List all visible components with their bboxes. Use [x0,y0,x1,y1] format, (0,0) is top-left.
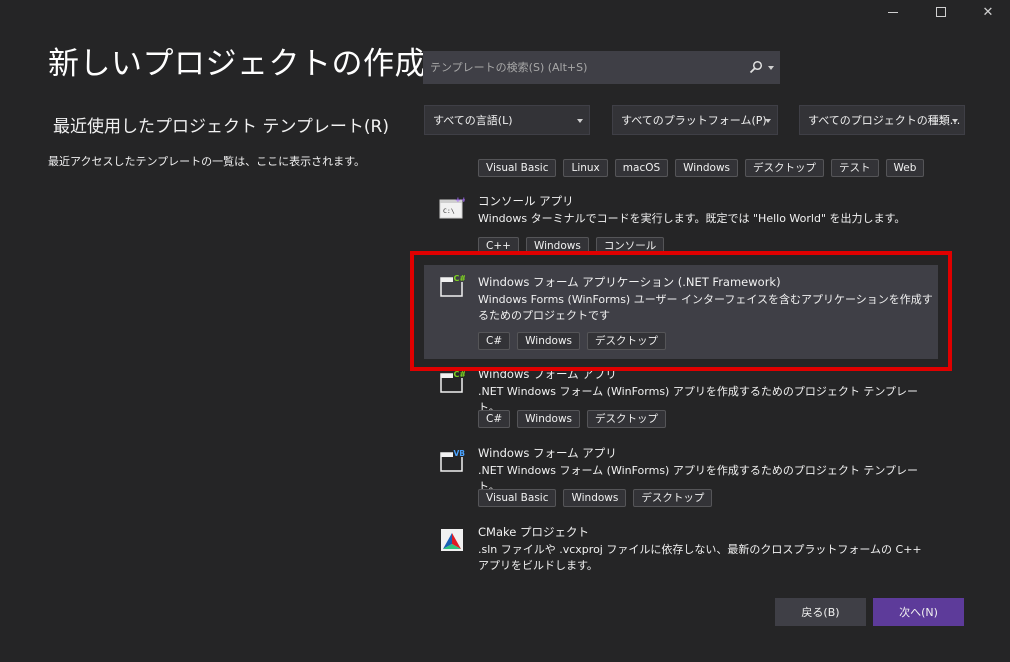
winforms-csharp-icon: C# [440,369,466,393]
tag: Windows [517,332,581,350]
tag: Windows [517,410,581,428]
template-list[interactable]: Visual Basic Linux macOS Windows デスクトップ … [424,150,944,580]
back-button[interactable]: 戻る(B) [775,598,866,626]
template-tags: Visual Basic Windows デスクトップ [478,489,713,507]
tag: Windows [675,159,739,177]
close-button[interactable]: ✕ [965,0,1010,24]
template-search-box[interactable] [423,51,780,84]
tag: Visual Basic [478,489,557,507]
tag: コンソール [595,237,665,255]
top-tag-row: Visual Basic Linux macOS Windows デスクトップ … [478,159,925,177]
close-icon: ✕ [982,4,994,20]
svg-text:VB: VB [454,449,466,458]
tag: Linux [563,159,608,177]
tag: macOS [614,159,669,177]
svg-text:C#: C# [454,274,466,283]
minimize-button[interactable] [870,0,916,24]
template-title: Windows フォーム アプリ [478,446,617,460]
template-item-cmake[interactable]: CMake プロジェクト .sln ファイルや .vcxproj ファイルに依存… [424,519,938,580]
project-type-filter-dropdown[interactable]: すべてのプロジェクトの種類... [799,105,965,135]
project-type-filter-value: すべてのプロジェクトの種類... [808,114,961,127]
chevron-down-icon [577,119,583,123]
template-description: Windows Forms (WinForms) ユーザー インターフェイスを含… [478,293,933,322]
template-title: Windows フォーム アプリ [478,367,617,381]
template-item-console-app[interactable]: C:\ ++ コンソール アプリ Windows ターミナルでコードを実行します… [424,186,938,256]
template-title: Windows フォーム アプリケーション (.NET Framework) [478,275,781,289]
search-icon[interactable] [749,60,763,74]
tag: Windows [525,237,589,255]
tag: デスクトップ [745,159,825,177]
platform-filter-value: すべてのプラットフォーム(P) [621,114,767,127]
template-item-winforms-netframework[interactable]: C# Windows フォーム アプリケーション (.NET Framework… [424,265,938,359]
template-tags: C# Windows デスクトップ [478,410,667,428]
tag: デスクトップ [633,489,713,507]
chevron-down-icon [765,119,771,123]
recent-templates-description: 最近アクセスしたテンプレートの一覧は、ここに表示されます。 [48,155,366,168]
recent-templates-heading: 最近使用したプロジェクト テンプレート(R) [53,117,389,137]
template-description: .sln ファイルや .vcxproj ファイルに依存しない、最新のクロスプラッ… [478,543,922,572]
tag: Visual Basic [478,159,557,177]
cmake-icon [441,529,463,551]
maximize-icon [936,7,946,17]
page-title: 新しいプロジェクトの作成 [48,46,426,82]
tag: Windows [563,489,627,507]
template-tags: C# Windows デスクトップ [478,332,667,350]
next-button[interactable]: 次へ(N) [873,598,964,626]
svg-text:++: ++ [455,196,465,204]
winforms-csharp-icon: C# [440,273,466,297]
template-item-winforms-vb[interactable]: VB Windows フォーム アプリ .NET Windows フォーム (W… [424,440,938,512]
tag: C# [478,332,511,350]
tag: Web [885,159,925,177]
svg-text:C:\: C:\ [443,207,455,215]
platform-filter-dropdown[interactable]: すべてのプラットフォーム(P) [612,105,778,135]
template-item-winforms-csharp[interactable]: C# Windows フォーム アプリ .NET Windows フォーム (W… [424,361,938,433]
language-filter-dropdown[interactable]: すべての言語(L) [424,105,590,135]
search-options-chevron-icon[interactable] [768,66,774,70]
minimize-icon [888,11,898,13]
console-app-cpp-icon: C:\ ++ [439,196,465,219]
tag: テスト [831,159,879,177]
template-tags: C++ Windows コンソール [478,237,665,255]
template-search-input[interactable] [430,61,740,74]
language-filter-value: すべての言語(L) [433,114,513,127]
tag: C# [478,410,511,428]
template-description: Windows ターミナルでコードを実行します。既定では "Hello Worl… [478,212,906,225]
tag: デスクトップ [587,332,667,350]
chevron-down-icon [952,119,958,123]
winforms-vb-icon: VB [440,448,466,472]
template-title: コンソール アプリ [478,194,574,208]
tag: デスクトップ [587,410,667,428]
svg-text:C#: C# [454,370,466,379]
tag: C++ [478,237,519,255]
template-title: CMake プロジェクト [478,525,589,539]
maximize-button[interactable] [918,0,964,24]
